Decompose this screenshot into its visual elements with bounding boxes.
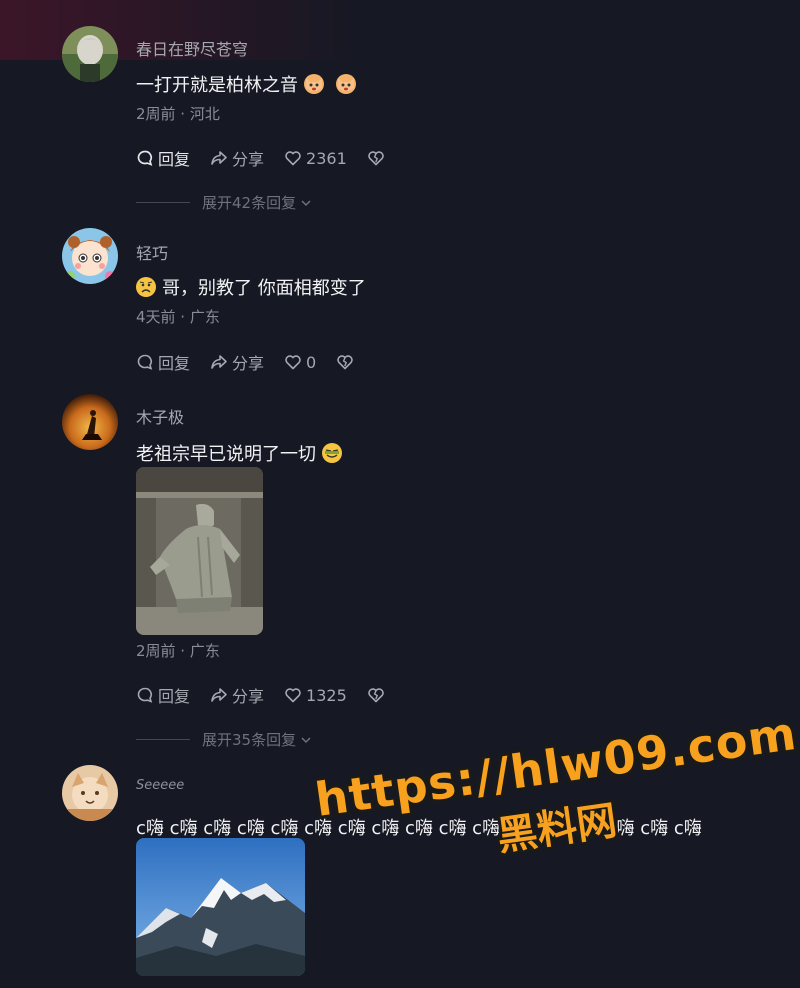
comment-text-content: 一打开就是柏林之音 [136, 75, 298, 96]
chevron-down-icon [301, 199, 311, 206]
comment-actions: 回复 分享 2361 [136, 146, 405, 170]
avatar[interactable] [62, 765, 118, 821]
like-count: 2361 [306, 148, 347, 168]
comment-meta: 2周前 · 广东 [136, 642, 220, 660]
reply-label: 回复 [158, 354, 191, 373]
username[interactable]: Seeeee [136, 778, 184, 793]
username[interactable]: 木子极 [136, 404, 184, 428]
smirk-face-emoji [322, 443, 342, 463]
cat-face-emoji [304, 74, 324, 94]
like-button[interactable]: 0 [284, 353, 316, 372]
chevron-down-icon [301, 736, 311, 743]
avatar[interactable] [62, 394, 118, 450]
comment-text: 一打开就是柏林之音 [136, 71, 356, 97]
comment-text-content: 老祖宗早已说明了一切 [136, 444, 316, 465]
share-label: 分享 [232, 354, 265, 373]
share-icon [211, 688, 227, 702]
dislike-button[interactable] [367, 686, 385, 704]
like-button[interactable]: 1325 [284, 686, 347, 705]
comment-image-statue[interactable] [136, 467, 263, 635]
comment-text: 老祖宗早已说明了一切 [136, 440, 342, 466]
avatar[interactable] [62, 26, 118, 82]
comment-meta: 2周前 · 河北 [136, 105, 220, 123]
reply-label: 回复 [158, 687, 191, 706]
expand-replies-label: 展开42条回复 [202, 194, 297, 212]
heart-icon [285, 355, 301, 370]
comment-text-content: c嗨 c嗨 c嗨 c嗨 c嗨 c嗨 c嗨 c嗨 c嗨 c嗨 c嗨 c嗨 c嗨 c… [136, 818, 702, 839]
expand-replies-label: 展开35条回复 [202, 731, 297, 749]
reply-icon [137, 687, 153, 703]
share-button[interactable]: 分享 [210, 683, 264, 707]
divider [136, 739, 190, 740]
like-count: 0 [306, 352, 317, 372]
watermark-url: https://hlw09.com [311, 705, 800, 827]
worried-face-emoji [136, 277, 156, 297]
dislike-button[interactable] [367, 149, 385, 167]
cat-face-emoji [336, 74, 356, 94]
avatar[interactable] [62, 228, 118, 284]
like-count: 1325 [306, 685, 347, 705]
like-button[interactable]: 2361 [284, 149, 347, 168]
broken-heart-icon [367, 151, 384, 166]
username[interactable]: 春日在野尽苍穹 [136, 36, 248, 60]
comment-text: c嗨 c嗨 c嗨 c嗨 c嗨 c嗨 c嗨 c嗨 c嗨 c嗨 c嗨 c嗨 c嗨 c… [136, 814, 702, 840]
expand-replies-button[interactable]: 展开42条回复 [136, 192, 312, 213]
share-label: 分享 [232, 150, 265, 169]
broken-heart-icon [337, 355, 353, 370]
reply-icon [137, 150, 153, 166]
comment-text: 哥，别教了 你面相都变了 [136, 274, 366, 300]
comment-text-content: 哥，别教了 你面相都变了 [162, 278, 366, 299]
heart-icon [285, 151, 301, 166]
reply-button[interactable]: 回复 [136, 683, 190, 707]
divider [136, 202, 190, 203]
comment-actions: 回复 分享 1325 [136, 683, 405, 707]
reply-label: 回复 [158, 150, 191, 169]
reply-icon [137, 354, 153, 370]
reply-button[interactable]: 回复 [136, 350, 190, 374]
expand-replies-button[interactable]: 展开35条回复 [136, 729, 312, 750]
share-button[interactable]: 分享 [210, 146, 264, 170]
heart-icon [285, 688, 301, 703]
reply-button[interactable]: 回复 [136, 146, 190, 170]
username[interactable]: 轻巧 [136, 240, 168, 264]
comment-actions: 回复 分享 0 [136, 350, 374, 374]
share-label: 分享 [232, 687, 265, 706]
comment-image-mountain[interactable] [136, 838, 305, 976]
comment-meta: 4天前 · 广东 [136, 308, 220, 326]
share-button[interactable]: 分享 [210, 350, 264, 374]
header-gradient [0, 0, 800, 60]
dislike-button[interactable] [336, 353, 354, 371]
broken-heart-icon [367, 688, 384, 703]
share-icon [211, 151, 227, 165]
share-icon [211, 355, 227, 369]
